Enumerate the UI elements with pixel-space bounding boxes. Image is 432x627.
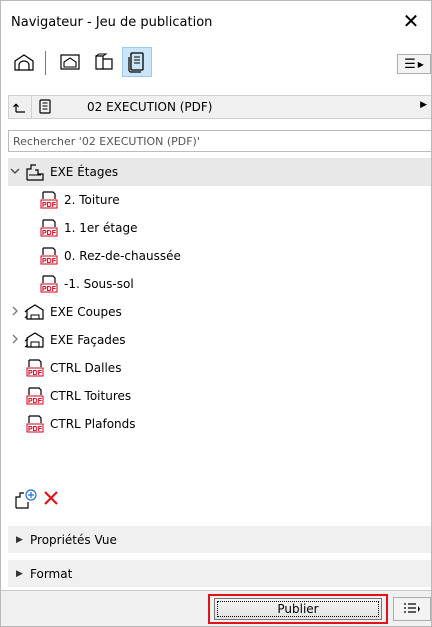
tree-folder-label: EXE Étages (50, 165, 119, 179)
svg-text:PDF: PDF (42, 258, 57, 265)
publisher-set-icon (37, 99, 53, 118)
view-map-icon (60, 54, 80, 70)
up-level-icon (13, 103, 25, 113)
elevation-folder-icon (24, 330, 46, 353)
pdf-file-icon: PDF (40, 189, 58, 214)
section-format[interactable]: ▶ Format (8, 559, 432, 587)
project-map-button[interactable] (9, 47, 39, 77)
pdf-file-icon: PDF (40, 245, 58, 270)
section-folder-icon (24, 302, 46, 325)
tree-item[interactable]: PDF CTRL Dalles (8, 354, 432, 382)
pdf-file-icon: PDF (26, 385, 44, 410)
navigator-toolbar: ☰ ▶ (1, 47, 431, 87)
story-folder-icon (24, 162, 46, 185)
tree-item-label: 2. Toiture (64, 193, 120, 207)
expand-arrow-icon: ▶ (16, 568, 23, 579)
pdf-file-icon: PDF (26, 413, 44, 438)
tree-item[interactable]: PDF CTRL Toitures (8, 382, 432, 410)
project-map-icon (14, 54, 34, 71)
publisher-navigator-window: Navigateur - Jeu de publication ✕ ☰ ▶ 02… (0, 0, 432, 627)
toolbar-divider (45, 51, 46, 75)
tree-folder-label: EXE Façades (50, 333, 126, 347)
tree-folder-exe-facades[interactable]: EXE Façades (8, 326, 432, 354)
title-bar[interactable]: Navigateur - Jeu de publication ✕ (1, 1, 431, 44)
publish-button[interactable]: Publier (214, 598, 382, 620)
svg-text:PDF: PDF (28, 398, 43, 405)
close-button[interactable]: ✕ (401, 9, 421, 33)
tree-folder-exe-etages[interactable]: EXE Étages (8, 158, 432, 186)
svg-text:PDF: PDF (42, 286, 57, 293)
tree-item[interactable]: PDF CTRL Plafonds (8, 410, 432, 438)
publish-highlight: Publier (208, 594, 388, 624)
tree-item[interactable]: PDF -1. Sous-sol (8, 270, 432, 298)
expand-arrow-icon: ▶ (16, 534, 23, 545)
svg-text:PDF: PDF (42, 230, 57, 237)
publisher-set-selector[interactable]: 02 EXECUTION (PDF) ▶ (8, 95, 432, 119)
chevron-right-icon[interactable] (10, 334, 20, 347)
tree-folder-label: EXE Coupes (50, 305, 122, 319)
tree-item[interactable]: PDF 1. 1er étage (8, 214, 432, 242)
tree-item[interactable]: PDF 2. Toiture (8, 186, 432, 214)
tree-item-label: 1. 1er étage (64, 221, 138, 235)
tree-item-label: 0. Rez-de-chaussée (64, 249, 181, 263)
search-input[interactable] (8, 130, 432, 152)
chevron-down-icon[interactable] (10, 166, 20, 179)
tree-item[interactable]: PDF 0. Rez-de-chaussée (8, 242, 432, 270)
tree-actions (8, 486, 432, 512)
chevron-right-icon[interactable] (10, 306, 20, 319)
tree-folder-exe-coupes[interactable]: EXE Coupes (8, 298, 432, 326)
view-map-button[interactable] (55, 47, 85, 77)
publisher-tree: EXE Étages PDF 2. Toiture PDF 1. 1er éta… (8, 156, 432, 476)
delete-x-icon (44, 491, 58, 505)
tree-item-label: CTRL Dalles (50, 361, 122, 375)
menu-arrow-icon: ▶ (417, 59, 424, 69)
section-properties-view[interactable]: ▶ Propriétés Vue (8, 525, 432, 553)
publisher-sets-button[interactable] (122, 47, 152, 77)
options-menu-button[interactable]: ☰ ▶ (397, 54, 431, 74)
svg-text:PDF: PDF (28, 426, 43, 433)
pdf-file-icon: PDF (40, 217, 58, 242)
menu-icon: ☰ (404, 56, 416, 72)
new-item-button[interactable] (14, 488, 38, 513)
pdf-file-icon: PDF (40, 273, 58, 298)
section-label: Format (30, 566, 73, 581)
window-title: Navigateur - Jeu de publication (11, 15, 213, 30)
layout-book-button[interactable] (89, 47, 119, 77)
list-view-icon (404, 603, 420, 613)
delete-button[interactable] (42, 489, 60, 510)
footer-bar: Publier (1, 590, 431, 627)
section-label: Propriétés Vue (30, 532, 117, 547)
add-item-icon (15, 489, 37, 509)
tree-item-label: CTRL Plafonds (50, 417, 136, 431)
svg-text:PDF: PDF (28, 370, 43, 377)
publisher-sets-icon (128, 52, 144, 73)
set-dropdown-arrow-icon[interactable]: ▶ (420, 100, 427, 110)
pdf-file-icon: PDF (26, 357, 44, 382)
view-options-button[interactable] (393, 597, 431, 621)
publisher-set-name: 02 EXECUTION (PDF) (87, 100, 213, 114)
svg-text:PDF: PDF (42, 202, 57, 209)
go-up-button[interactable] (9, 96, 32, 118)
tree-item-label: CTRL Toitures (50, 389, 132, 403)
layout-book-icon (95, 53, 113, 70)
tree-item-label: -1. Sous-sol (64, 277, 134, 291)
